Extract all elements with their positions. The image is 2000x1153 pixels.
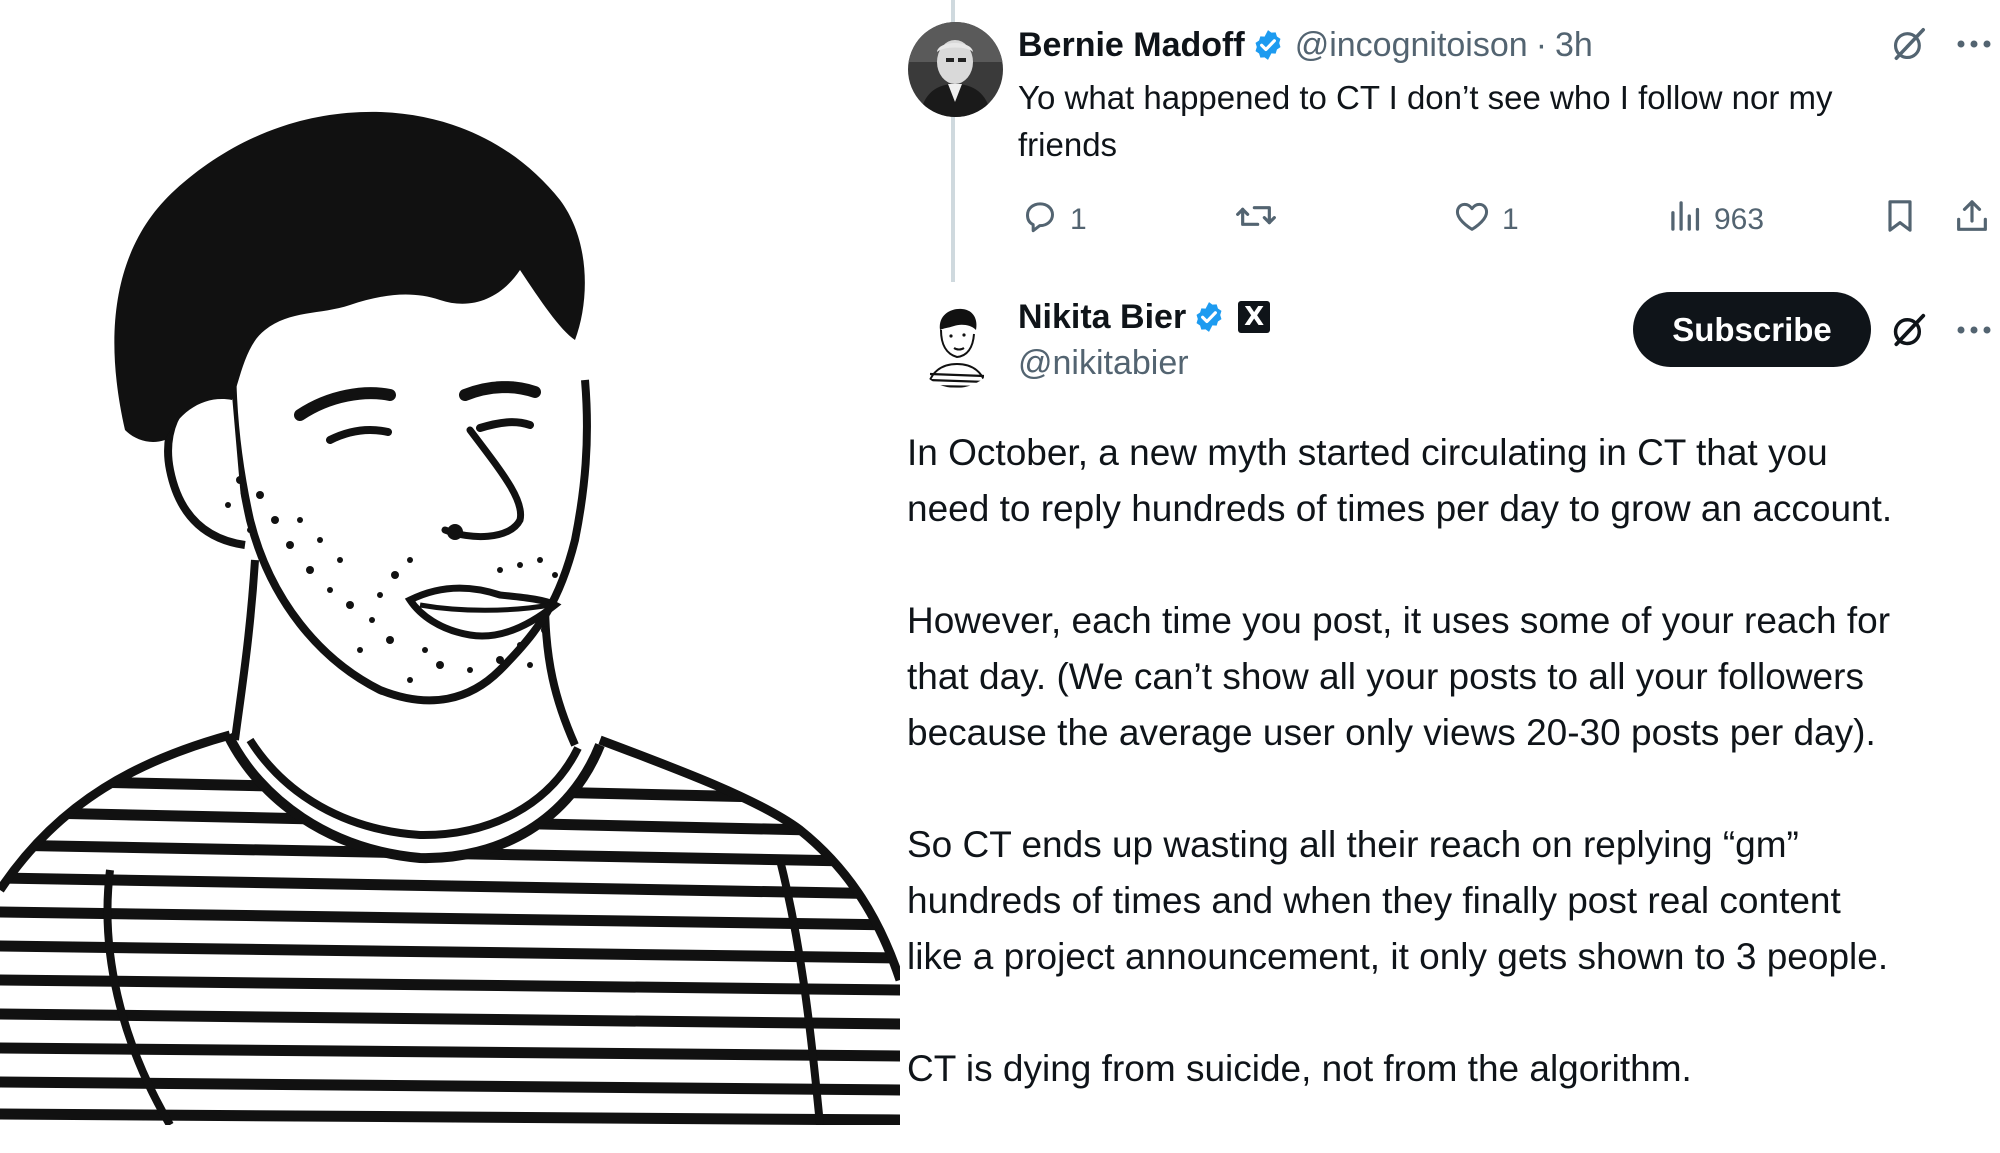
post-body: In October, a new myth started circulati… xyxy=(907,425,1995,1153)
verified-badge-icon xyxy=(1251,28,1285,62)
bookmark-icon xyxy=(1880,196,1920,244)
like-action[interactable]: 1 xyxy=(1452,196,1519,244)
reply-text-line: friends xyxy=(1018,126,1118,163)
affiliate-badge-icon[interactable]: X xyxy=(1238,301,1271,333)
reply-body: Yo what happened to CT I don’t see who I… xyxy=(1018,74,1938,168)
separator-dot: · xyxy=(1535,25,1548,64)
share-action[interactable] xyxy=(1952,196,1992,244)
post-header: Nikita Bier X xyxy=(1018,293,1271,341)
avatar-photo xyxy=(908,22,1003,117)
share-icon xyxy=(1952,196,1992,244)
post-paragraph: However, each time you post, it uses som… xyxy=(907,593,1995,761)
reply-icon xyxy=(1020,196,1060,244)
views-action[interactable]: 963 xyxy=(1668,196,1764,244)
like-count: 1 xyxy=(1502,203,1519,236)
reply-action[interactable]: 1 xyxy=(1020,196,1087,244)
view-count: 963 xyxy=(1714,203,1765,236)
grok-icon[interactable] xyxy=(1887,308,1931,352)
subscribe-button[interactable]: Subscribe xyxy=(1633,292,1871,367)
post-text-line: hundreds of times and when they finally … xyxy=(907,880,1841,921)
more-icon[interactable] xyxy=(1952,26,1996,62)
post-text-line: like a project announcement, it only get… xyxy=(907,936,1889,977)
post-handle-row: @nikitabier xyxy=(1018,340,1189,386)
author-name[interactable]: Nikita Bier xyxy=(1018,298,1186,337)
repost-icon xyxy=(1234,196,1278,244)
repost-action[interactable] xyxy=(1234,196,1278,244)
avatar-bernie-madoff[interactable] xyxy=(908,22,1003,117)
author-name[interactable]: Bernie Madoff xyxy=(1018,26,1245,65)
author-handle[interactable]: @nikitabier xyxy=(1018,344,1189,383)
post-paragraph: CT is dying from suicide, not from the a… xyxy=(907,1041,1995,1097)
grok-icon[interactable] xyxy=(1887,22,1931,66)
post-timestamp[interactable]: 3h xyxy=(1555,26,1593,65)
verified-badge-icon xyxy=(1192,300,1226,334)
more-icon[interactable] xyxy=(1952,312,1996,348)
post-text-line: So CT ends up wasting all their reach on… xyxy=(907,824,1799,865)
post-text-line: that day. (We can’t show all your posts … xyxy=(907,656,1864,697)
author-handle[interactable]: @incognitoison xyxy=(1295,26,1528,65)
post-text-line: need to reply hundreds of times per day … xyxy=(907,488,1893,529)
reply-count: 1 xyxy=(1070,203,1087,236)
post-text-line: CT is dying from suicide, not from the a… xyxy=(907,1048,1692,1089)
post-text-line: because the average user only views 20-3… xyxy=(907,712,1876,753)
reply-text-line: Yo what happened to CT I don’t see who I… xyxy=(1018,79,1833,116)
avatar-sketch xyxy=(912,300,1000,388)
sketch-illustration xyxy=(0,0,900,1125)
views-icon xyxy=(1668,196,1704,244)
post-text-line: In October, a new myth started circulati… xyxy=(907,432,1828,473)
reply-header: Bernie Madoff @incognitoison · 3h xyxy=(1018,22,1593,68)
bookmark-action[interactable] xyxy=(1880,196,1920,244)
post-paragraph: So CT ends up wasting all their reach on… xyxy=(907,817,1995,985)
sketch-portrait-drawing xyxy=(0,111,900,1125)
avatar-nikita-bier[interactable] xyxy=(912,300,1000,388)
post-paragraph: In October, a new myth started circulati… xyxy=(907,425,1995,537)
like-icon xyxy=(1452,196,1492,244)
post-text-line: However, each time you post, it uses som… xyxy=(907,600,1891,641)
